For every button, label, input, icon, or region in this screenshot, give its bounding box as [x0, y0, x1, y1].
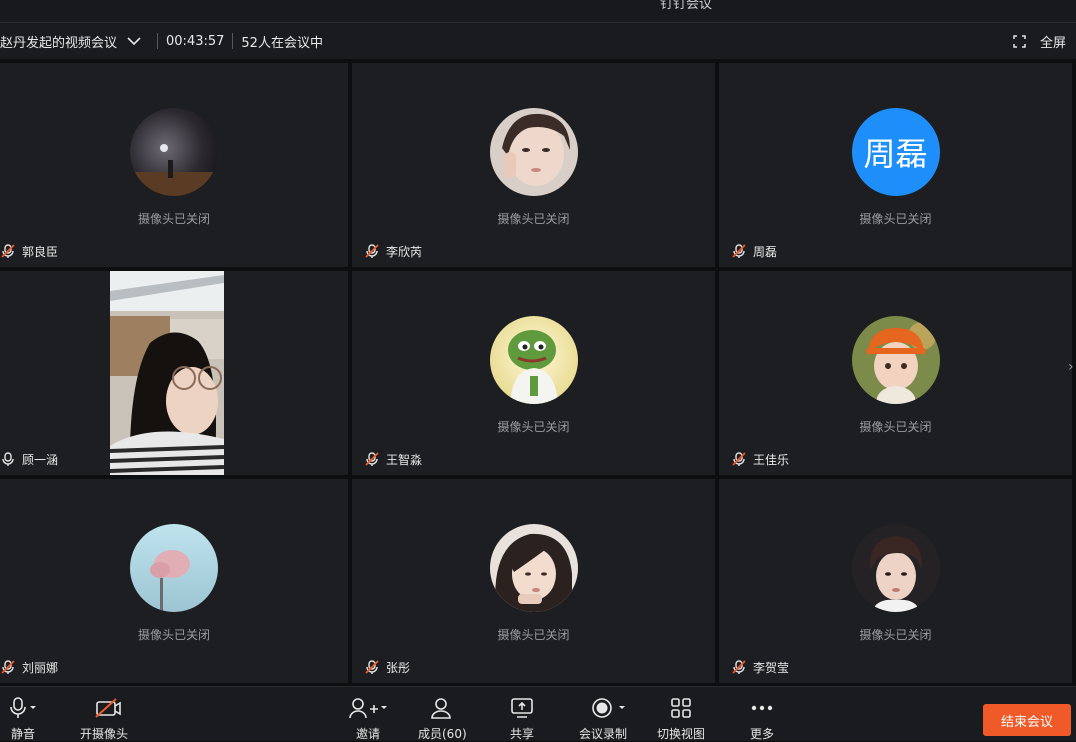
- fullscreen-label: 全屏: [1039, 35, 1066, 51]
- camera-label: 开摄像头: [80, 727, 129, 741]
- participant-name: 顾一涵: [22, 452, 59, 467]
- camera-button[interactable]: 开摄像头: [80, 695, 128, 742]
- participant-tile[interactable]: 摄像头已关闭 李贺莹: [719, 479, 1072, 683]
- camera-off-status: 摄像头已关闭: [497, 212, 570, 226]
- meeting-info-bar: 赵丹发起的视频会议 00:43:57 52人在会议中 全屏: [0, 23, 1076, 59]
- members-label: 成员(60): [418, 727, 467, 741]
- participant-name: 李欣芮: [386, 244, 423, 259]
- mic-muted-icon: [1, 244, 15, 258]
- nameplate: 刘丽娜: [0, 657, 58, 677]
- share-label: 共享: [509, 727, 534, 741]
- nameplate: 郭良臣: [0, 241, 58, 261]
- meeting-title[interactable]: 赵丹发起的视频会议: [0, 32, 117, 51]
- participant-tile[interactable]: 摄像头已关闭 张彤: [352, 479, 715, 683]
- nameplate: 王佳乐: [731, 449, 789, 469]
- nameplate: 王智淼: [364, 449, 422, 469]
- more-button[interactable]: 更多: [749, 695, 775, 742]
- mic-icon: [2, 452, 14, 466]
- video-grid: 摄像头已关闭 郭良臣 摄像头已关闭 李欣芮 周磊 摄像头已关闭 周磊 顾一涵 摄…: [0, 59, 1076, 685]
- record-label: 会议录制: [578, 727, 627, 741]
- participant-tile[interactable]: 顾一涵: [0, 271, 348, 475]
- fullscreen-icon: [1013, 34, 1026, 48]
- meeting-toolbar: 静音 开摄像头 邀请 成员(60) 共享 会议录制 切换视图 更多 结束会议: [0, 686, 1076, 741]
- fullscreen-button[interactable]: 全屏: [1013, 23, 1066, 59]
- participant-name: 张彤: [386, 660, 411, 675]
- mute-label: 静音: [10, 727, 35, 741]
- nameplate: 张彤: [364, 657, 410, 677]
- participant-video: [110, 271, 224, 475]
- switch-view-label: 切换视图: [657, 727, 706, 741]
- chevron-down-icon[interactable]: [125, 32, 143, 50]
- camera-off-status: 摄像头已关闭: [497, 628, 570, 642]
- nameplate: 周磊: [731, 241, 777, 261]
- meeting-timer: 00:43:57: [166, 33, 225, 49]
- grid-view-icon: [669, 695, 693, 721]
- participant-tile[interactable]: 摄像头已关闭 郭良臣: [0, 63, 348, 267]
- avatar: 周磊: [851, 108, 940, 196]
- camera-off-status: 摄像头已关闭: [137, 628, 210, 642]
- participant-tile[interactable]: 摄像头已关闭 刘丽娜: [0, 479, 348, 683]
- invite-label: 邀请: [355, 727, 380, 741]
- mic-muted-icon: [1, 660, 15, 674]
- switch-view-button[interactable]: 切换视图: [657, 695, 705, 742]
- share-button[interactable]: 共享: [509, 695, 535, 742]
- avatar: [489, 108, 578, 196]
- mute-button[interactable]: 静音: [8, 695, 38, 742]
- divider: [232, 33, 234, 49]
- camera-off-status: 摄像头已关闭: [859, 628, 932, 642]
- avatar: [130, 108, 218, 196]
- nameplate: 李贺莹: [731, 657, 789, 677]
- participant-name: 周磊: [753, 244, 778, 259]
- more-dots-icon: [749, 695, 775, 721]
- more-label: 更多: [749, 727, 774, 741]
- participant-name: 刘丽娜: [22, 660, 59, 675]
- divider: [157, 33, 159, 49]
- window-titlebar: 钉钉会议: [0, 0, 1076, 23]
- avatar: [851, 316, 940, 404]
- participant-name: 郭良臣: [22, 244, 59, 259]
- avatar: [489, 524, 578, 612]
- record-button[interactable]: 会议录制: [577, 695, 629, 742]
- members-button[interactable]: 成员(60): [418, 695, 467, 742]
- nameplate: 李欣芮: [364, 241, 422, 261]
- mic-muted-icon: [732, 244, 746, 258]
- mic-muted-icon: [365, 660, 379, 674]
- invite-button[interactable]: 邀请: [348, 695, 388, 742]
- camera-off-status: 摄像头已关闭: [859, 420, 932, 434]
- app-title: 钉钉会议: [660, 0, 713, 12]
- participant-tile[interactable]: 摄像头已关闭 李欣芮: [352, 63, 715, 267]
- participant-name: 李贺莹: [753, 660, 790, 675]
- participant-name: 王佳乐: [753, 452, 790, 467]
- next-page-arrow-icon[interactable]: ›: [1068, 359, 1076, 389]
- end-meeting-button[interactable]: 结束会议: [983, 704, 1071, 736]
- avatar: [130, 524, 218, 612]
- microphone-icon: [8, 695, 38, 721]
- add-user-icon: [348, 695, 388, 721]
- avatar: [851, 524, 940, 612]
- participant-count: 52人在会议中: [241, 35, 323, 51]
- mic-muted-icon: [732, 452, 746, 466]
- participant-name: 王智淼: [386, 452, 423, 467]
- camera-off-status: 摄像头已关闭: [137, 212, 210, 226]
- mic-muted-icon: [732, 660, 746, 674]
- record-icon: [577, 695, 629, 721]
- avatar: [489, 316, 578, 404]
- screen-share-icon: [509, 695, 535, 721]
- mic-muted-icon: [365, 244, 379, 258]
- mic-muted-icon: [365, 452, 379, 466]
- camera-off-icon: [84, 695, 124, 721]
- camera-off-status: 摄像头已关闭: [497, 420, 570, 434]
- participant-tile[interactable]: 摄像头已关闭 王智淼: [352, 271, 715, 475]
- camera-off-status: 摄像头已关闭: [859, 212, 932, 226]
- participant-tile[interactable]: 周磊 摄像头已关闭 周磊: [719, 63, 1072, 267]
- participant-tile[interactable]: 摄像头已关闭 王佳乐: [719, 271, 1072, 475]
- users-icon: [429, 695, 455, 721]
- nameplate: 顾一涵: [0, 449, 58, 469]
